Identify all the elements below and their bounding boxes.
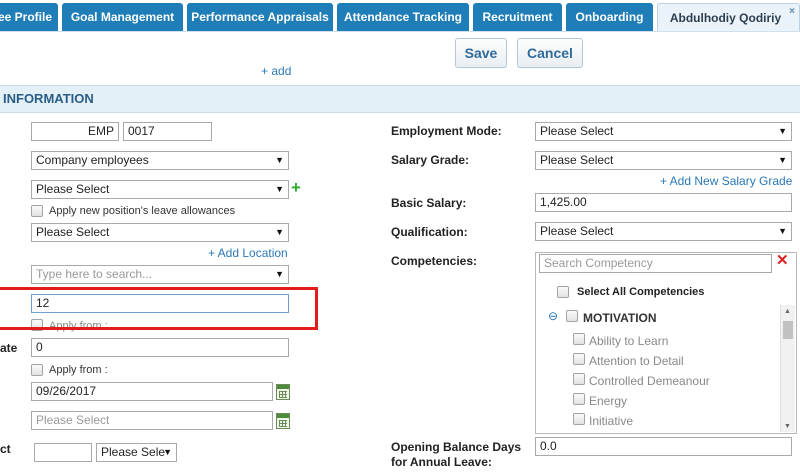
tab-employee-profile[interactable]: ee Profile: [0, 3, 58, 31]
qualification-label: Qualification:: [391, 225, 468, 239]
dropdown-arrow-icon: ▼: [275, 155, 284, 165]
tab-employee-record[interactable]: Abdulhodiy Qodiriy ×: [657, 3, 800, 31]
small-select[interactable]: Please Sele ▼: [96, 443, 177, 462]
opening-balance-label: Opening Balance Days: [391, 440, 522, 454]
dropdown-arrow-icon: ▼: [163, 447, 172, 457]
competency-checkbox[interactable]: [573, 353, 585, 365]
employment-mode-label: Employment Mode:: [391, 124, 502, 138]
calendar-icon[interactable]: [276, 413, 290, 429]
opening-balance-input[interactable]: 0.0: [535, 437, 792, 456]
cancel-button[interactable]: Cancel: [517, 38, 583, 68]
competency-item: Controlled Demeanour: [589, 374, 710, 388]
small-input[interactable]: [34, 443, 92, 462]
competency-scrollbar[interactable]: ▲ ▼: [780, 305, 795, 432]
tab-label: Onboarding: [575, 10, 644, 24]
scroll-down-icon[interactable]: ▼: [784, 423, 791, 430]
close-icon[interactable]: ×: [789, 6, 795, 17]
tab-label: Goal Management: [70, 10, 175, 24]
select-value: Please Select: [540, 153, 614, 167]
date-select-input[interactable]: Please Select: [31, 411, 273, 430]
tab-performance-appraisals[interactable]: Performance Appraisals: [187, 3, 333, 31]
effective-date-input[interactable]: 09/26/2017: [31, 382, 273, 401]
dropdown-arrow-icon: ▼: [778, 126, 787, 136]
competency-item: Ability to Learn: [589, 334, 669, 348]
competencies-label: Competencies:: [391, 254, 478, 268]
add-salary-grade-link[interactable]: + Add New Salary Grade: [660, 174, 792, 188]
collapse-icon[interactable]: ⊖: [548, 309, 558, 323]
apply-leave-label: Apply new position's leave allowances: [49, 205, 236, 217]
employee-type-select[interactable]: Company employees ▼: [31, 151, 289, 170]
qualification-select[interactable]: Please Select ▼: [535, 222, 792, 241]
scroll-up-icon[interactable]: ▲: [784, 308, 791, 315]
tab-label: Abdulhodiy Qodiriy: [669, 10, 782, 25]
select-value: Please Select: [540, 124, 614, 138]
competency-item: Energy: [589, 394, 628, 408]
select-placeholder: Type here to search...: [36, 267, 153, 281]
employment-mode-select[interactable]: Please Select ▼: [535, 122, 792, 141]
ct-label: ct: [0, 442, 11, 456]
dropdown-arrow-icon: ▼: [275, 184, 284, 194]
tab-bar: ee Profile Goal Management Performance A…: [0, 0, 800, 31]
competency-item: Initiative: [589, 414, 634, 428]
competency-checkbox[interactable]: [573, 373, 585, 385]
dropdown-arrow-icon: ▼: [778, 155, 787, 165]
plus-icon[interactable]: +: [291, 178, 301, 198]
select-value: Please Sele: [101, 445, 166, 459]
select-value: Company employees: [36, 153, 149, 167]
employee-id-number[interactable]: 0017: [123, 122, 212, 141]
rate-input[interactable]: 0: [31, 338, 289, 357]
salary-grade-label: Salary Grade:: [391, 153, 470, 167]
clear-x-icon[interactable]: ✕: [776, 251, 789, 269]
rate-label: ate: [0, 341, 18, 355]
scroll-thumb[interactable]: [783, 321, 793, 339]
competency-checkbox[interactable]: [573, 333, 585, 345]
basic-salary-label: Basic Salary:: [391, 196, 467, 210]
tab-recruitment[interactable]: Recruitment: [473, 3, 562, 31]
group-checkbox[interactable]: [566, 310, 578, 322]
add-link[interactable]: + add: [261, 64, 291, 78]
select-value: Please Select: [36, 225, 110, 239]
add-location-link[interactable]: + Add Location: [208, 246, 288, 260]
competency-item: Attention to Detail: [589, 354, 684, 368]
opening-balance-label-2: for Annual Leave:: [391, 455, 492, 469]
highlight-box: [0, 287, 318, 330]
tab-label: Recruitment: [482, 10, 553, 24]
calendar-icon[interactable]: [276, 384, 290, 400]
section-title: INFORMATION: [3, 91, 94, 106]
apply-from-label-2: Apply from :: [49, 364, 108, 376]
position-select[interactable]: Please Select ▼: [31, 180, 289, 199]
search-select[interactable]: Type here to search... ▼: [31, 265, 289, 284]
tab-attendance-tracking[interactable]: Attendance Tracking: [337, 3, 469, 31]
tab-label: Attendance Tracking: [343, 10, 463, 24]
tab-onboarding[interactable]: Onboarding: [566, 3, 653, 31]
competency-checkbox[interactable]: [573, 413, 585, 425]
section-header: INFORMATION: [0, 85, 800, 113]
basic-salary-input[interactable]: 1,425.00: [535, 193, 792, 212]
group-label: MOTIVATION: [583, 311, 657, 325]
tab-label: Performance Appraisals: [191, 10, 329, 24]
select-value: Please Select: [540, 224, 614, 238]
tab-label: ee Profile: [0, 10, 53, 24]
select-all-label: Select All Competencies: [577, 286, 705, 298]
competency-checkbox[interactable]: [573, 393, 585, 405]
apply-leave-checkbox[interactable]: [31, 205, 43, 217]
select-value: Please Select: [36, 182, 110, 196]
apply-from-checkbox-2[interactable]: [31, 364, 43, 376]
tab-goal-management[interactable]: Goal Management: [62, 3, 183, 31]
select-all-checkbox[interactable]: [557, 286, 569, 298]
dropdown-arrow-icon: ▼: [275, 269, 284, 279]
location-select[interactable]: Please Select ▼: [31, 223, 289, 242]
employee-id-prefix[interactable]: EMP: [31, 122, 119, 141]
salary-grade-select[interactable]: Please Select ▼: [535, 151, 792, 170]
dropdown-arrow-icon: ▼: [778, 226, 787, 236]
save-button[interactable]: Save: [455, 38, 507, 68]
action-bar: Save Cancel + add: [0, 31, 800, 85]
competency-search-input[interactable]: Search Competency: [539, 254, 772, 273]
dropdown-arrow-icon: ▼: [275, 227, 284, 237]
